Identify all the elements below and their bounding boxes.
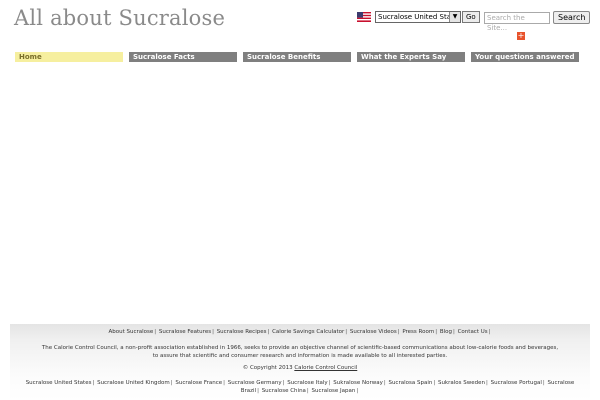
search-input[interactable]: Search the Site... [484,11,550,32]
footer-description: The Calorie Control Council, a non-profi… [10,344,590,360]
footer-international-links: Sucralose United States| Sucralose Unite… [25,380,575,394]
intl-link-france[interactable]: Sucralose France [175,380,222,386]
search-button[interactable]: Search [553,11,591,24]
nav-item-sucralose-facts[interactable]: Sucralose Facts [129,52,237,62]
country-selector-bar: Sucralose United States ▼ Go [357,11,480,23]
intl-link-norway[interactable]: Sukralose Norway [333,380,383,386]
chevron-down-icon[interactable]: ▼ [449,12,460,22]
footer-link-videos[interactable]: Sucralose Videos [350,329,397,335]
footer-link-features[interactable]: Sucralose Features [159,329,211,335]
intl-link-italy[interactable]: Sucralose Italy [287,380,327,386]
us-flag-icon [357,12,371,22]
intl-link-spain[interactable]: Sucralosa Spain [388,380,432,386]
go-button[interactable]: Go [462,11,480,23]
footer: About Sucralose| Sucralose Features| Suc… [10,324,590,400]
calorie-control-council-link[interactable]: Calorie Control Council [294,365,357,371]
footer-link-recipes[interactable]: Sucralose Recipes [217,329,267,335]
copyright-text: © Copyright 2013 [242,365,293,371]
intl-link-sweden[interactable]: Sukralos Sweden [438,380,485,386]
footer-link-press[interactable]: Press Room [402,329,434,335]
intl-link-japan[interactable]: Sucralose Japan [312,388,356,394]
main-nav: Home Sucralose Facts Sucralose Benefits … [15,52,579,62]
search-bar: Search the Site... Search [484,11,591,32]
country-select[interactable]: Sucralose United States ▼ [375,11,461,23]
footer-link-about[interactable]: About Sucralose [108,329,153,335]
footer-link-calculator[interactable]: Calorie Savings Calculator [272,329,344,335]
share-plus-icon[interactable]: + [517,32,525,40]
footer-copyright: © Copyright 2013 Calorie Control Council [10,364,590,372]
nav-item-experts[interactable]: What the Experts Say [357,52,465,62]
footer-description-line: to assure that scientific and consumer r… [152,353,448,359]
intl-link-uk[interactable]: Sucralose United Kingdom [97,380,170,386]
nav-item-home[interactable]: Home [15,52,123,62]
nav-item-sucralose-benefits[interactable]: Sucralose Benefits [243,52,351,62]
intl-link-portugal[interactable]: Sucralose Portugal [491,380,542,386]
nav-item-questions[interactable]: Your questions answered [471,52,579,62]
footer-link-blog[interactable]: Blog [440,329,452,335]
intl-link-germany[interactable]: Sucralose Germany [228,380,282,386]
footer-link-contact[interactable]: Contact Us [458,329,488,335]
footer-description-line: The Calorie Control Council, a non-profi… [41,345,559,351]
footer-links: About Sucralose| Sucralose Features| Suc… [108,329,491,335]
intl-link-us[interactable]: Sucralose United States [26,380,92,386]
site-title[interactable]: All about Sucralose [14,6,225,30]
intl-link-china[interactable]: Sucralose China [262,388,306,394]
